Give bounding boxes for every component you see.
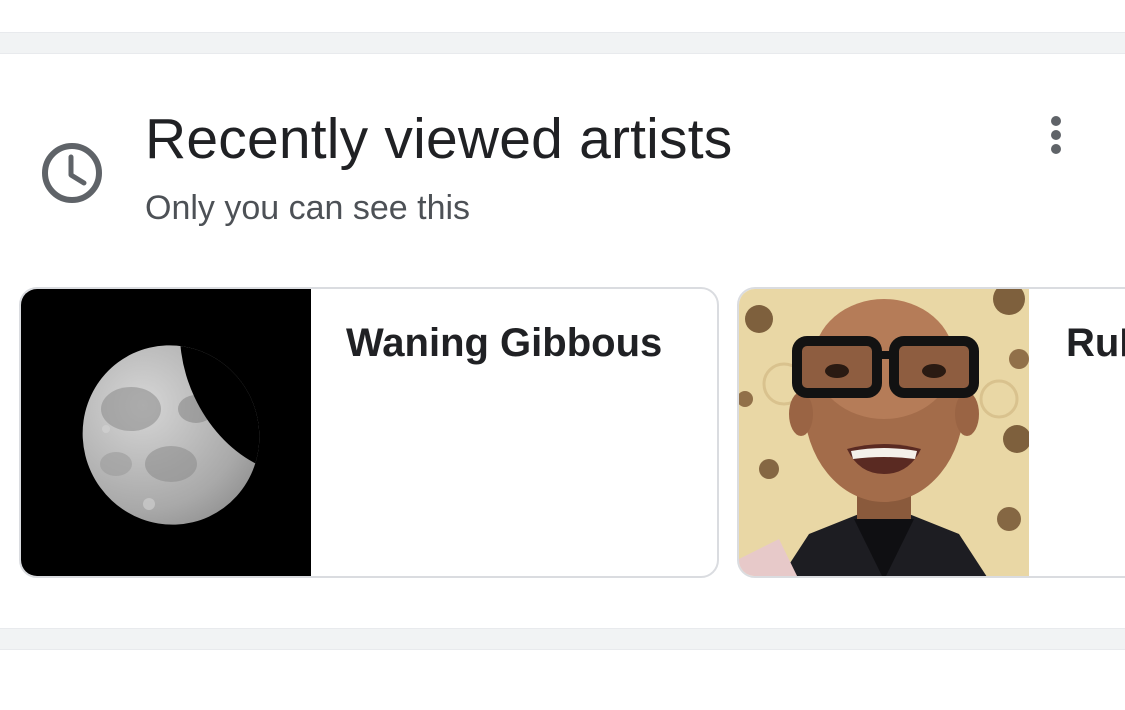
artist-thumbnail xyxy=(21,289,311,576)
artist-thumbnail xyxy=(739,289,1029,576)
more-options-button[interactable] xyxy=(1032,108,1080,162)
more-vert-icon-dot xyxy=(1051,130,1061,140)
section-divider-bottom xyxy=(0,628,1125,650)
more-vert-icon-dot xyxy=(1051,144,1061,154)
artist-card[interactable]: RuPaul xyxy=(737,287,1125,578)
moon-photo xyxy=(21,289,311,576)
artist-card[interactable]: Waning Gibbous xyxy=(19,287,719,578)
clock-icon xyxy=(40,141,104,205)
section-divider-top xyxy=(0,32,1125,54)
artist-name: RuPaul xyxy=(1066,321,1125,365)
page: Recently viewed artists Only you can see… xyxy=(0,0,1125,710)
section-title: Recently viewed artists xyxy=(145,107,733,171)
more-vert-icon xyxy=(1051,116,1061,126)
section-subtitle: Only you can see this xyxy=(145,189,471,227)
portrait-photo xyxy=(739,289,1029,576)
artist-name: Waning Gibbous xyxy=(346,321,663,365)
